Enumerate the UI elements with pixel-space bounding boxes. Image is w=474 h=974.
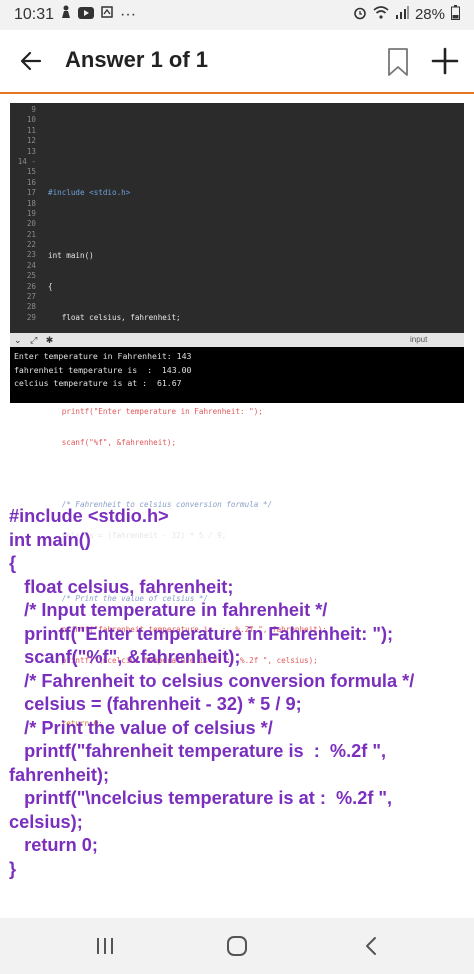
answer-line: { bbox=[9, 553, 17, 573]
line-number: 14 - bbox=[17, 156, 36, 166]
answer-line: int main() bbox=[9, 529, 91, 550]
code-token: float celsius, fahrenheit; bbox=[48, 313, 181, 323]
home-icon[interactable] bbox=[197, 918, 277, 974]
settings-icon[interactable]: ✱ bbox=[46, 335, 57, 345]
status-time: 10:31 bbox=[14, 5, 55, 23]
toolbar-icons: ⌄ ⤢ ✱ bbox=[14, 335, 56, 346]
wifi-icon bbox=[373, 6, 389, 23]
line-number: 24 bbox=[26, 260, 36, 270]
answer-line: #include <stdio.h> bbox=[9, 506, 169, 526]
status-more: ··· bbox=[120, 5, 137, 23]
bookmark-icon[interactable] bbox=[384, 46, 412, 78]
answer-line: /* Fahrenheit to celsius conversion form… bbox=[9, 670, 415, 691]
line-number: 11 bbox=[26, 125, 36, 135]
console-line: Enter temperature in Fahrenheit: 143 bbox=[14, 351, 192, 361]
youtube-icon bbox=[78, 6, 95, 24]
answer-line: printf("Enter temperature in Fahrenheit:… bbox=[9, 623, 394, 644]
status-right: 28% bbox=[353, 5, 460, 24]
code-line: float celsius, fahrenheit; bbox=[48, 313, 327, 323]
answer-line: return 0; bbox=[9, 835, 98, 855]
code-token: printf("Enter temperature in Fahrenheit:… bbox=[48, 406, 263, 416]
screenshot-icon bbox=[100, 5, 114, 24]
back-arrow-icon[interactable] bbox=[14, 44, 48, 78]
answer-line: /* Input temperature in fahrenheit */ bbox=[9, 600, 328, 620]
code-editor: 9 10 11 12 13 14 - 15 16 17 18 19 20 21 … bbox=[10, 103, 464, 759]
line-number: 22 bbox=[26, 240, 36, 250]
line-number: 29 bbox=[26, 312, 36, 322]
code-token: int main() bbox=[48, 250, 94, 260]
code-screenshot: 9 10 11 12 13 14 - 15 16 17 18 19 20 21 … bbox=[10, 103, 464, 759]
expand-icon[interactable]: ⤢ bbox=[30, 335, 40, 345]
notification-person-icon bbox=[60, 5, 72, 24]
tab-input[interactable]: input bbox=[410, 335, 427, 344]
line-number: 28 bbox=[26, 302, 36, 312]
console-toolbar: ⌄ ⤢ ✱ input bbox=[10, 333, 464, 347]
code-token: #include <stdio.h> bbox=[48, 188, 131, 198]
collapse-chevron-icon[interactable]: ⌄ bbox=[14, 335, 25, 345]
alarm-icon bbox=[353, 6, 367, 24]
answer-line: scanf("%f", &fahrenheit); bbox=[9, 647, 241, 667]
code-line: #include <stdio.h> bbox=[48, 188, 327, 198]
console-output: Enter temperature in Fahrenheit: 143 fahr… bbox=[10, 347, 464, 403]
battery-percent: 28% bbox=[414, 6, 445, 23]
back-nav-icon[interactable] bbox=[331, 918, 411, 974]
line-number: 9 bbox=[31, 105, 36, 114]
page-title: Answer 1 of 1 bbox=[65, 47, 209, 72]
code-line: int main() bbox=[48, 251, 327, 261]
add-icon[interactable] bbox=[428, 44, 462, 78]
line-number: 26 bbox=[26, 281, 36, 291]
line-number: 15 bbox=[26, 167, 36, 177]
answer-line: printf("fahrenheit temperature is : %.2f… bbox=[9, 741, 392, 785]
answer-line: } bbox=[9, 858, 17, 879]
line-number: 12 bbox=[26, 136, 36, 146]
code-line: printf("Enter temperature in Fahrenheit:… bbox=[48, 407, 327, 417]
code-token: { bbox=[48, 281, 53, 291]
answer-line: printf("\ncelcius temperature is at : %.… bbox=[9, 788, 398, 832]
line-number: 25 bbox=[26, 271, 36, 281]
line-number: 20 bbox=[26, 219, 36, 229]
line-number: 18 bbox=[26, 198, 36, 208]
line-number: 13 bbox=[26, 146, 36, 156]
status-bar: 10:31 ··· 28% bbox=[0, 0, 474, 30]
code-line: { bbox=[48, 282, 327, 292]
answer-code-text: #include <stdio.h> int main() { float ce… bbox=[9, 505, 467, 881]
system-nav-bar bbox=[0, 918, 474, 974]
app-bar: Answer 1 of 1 bbox=[0, 30, 474, 94]
code-line: scanf("%f", &fahrenheit); bbox=[48, 438, 327, 448]
line-number: 10 bbox=[26, 115, 36, 125]
line-number-gutter: 9 10 11 12 13 14 - 15 16 17 18 19 20 21 … bbox=[10, 105, 38, 323]
line-number: 19 bbox=[26, 208, 36, 218]
battery-icon bbox=[451, 5, 460, 24]
line-number: 17 bbox=[26, 188, 36, 198]
console-line: fahrenheit temperature is : 143.00 bbox=[14, 364, 192, 375]
recent-apps-icon[interactable] bbox=[65, 918, 145, 974]
line-number: 21 bbox=[26, 229, 36, 239]
code-token: scanf("%f", &fahrenheit); bbox=[48, 437, 177, 447]
console-line: celcius temperature is at : 61.67 bbox=[14, 378, 182, 388]
status-left: 10:31 ··· bbox=[14, 5, 136, 24]
line-number: 16 bbox=[26, 177, 36, 187]
line-number: 27 bbox=[26, 292, 36, 302]
answer-line: /* Print the value of celsius */ bbox=[9, 717, 273, 738]
answer-line: float celsius, fahrenheit; bbox=[9, 576, 234, 597]
line-number: 23 bbox=[26, 250, 36, 260]
signal-icon bbox=[395, 6, 409, 23]
answer-line: celsius = (fahrenheit - 32) * 5 / 9; bbox=[9, 694, 302, 714]
